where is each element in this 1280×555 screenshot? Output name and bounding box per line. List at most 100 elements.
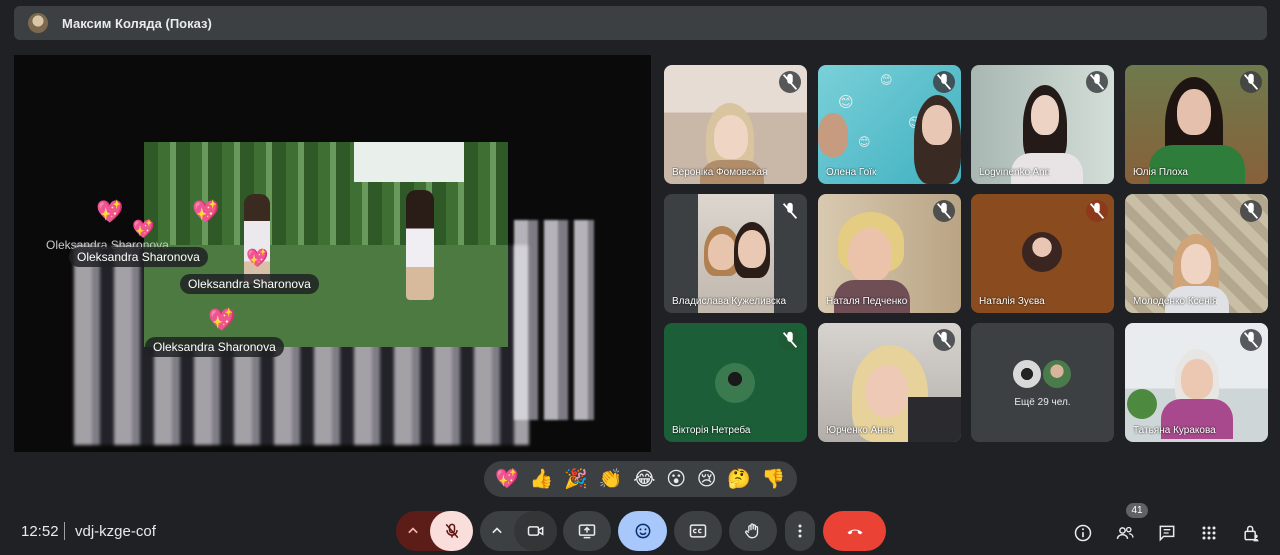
video-camera-icon [527,526,543,536]
chat-icon [1159,525,1175,542]
participant-name: Наталя Педченко [826,296,908,307]
participant-tile[interactable]: Татьяна Куракова [1125,323,1268,442]
participant-tile[interactable]: Вікторія Нетреба [664,323,807,442]
participant-name: Вероніка Фомовская [672,167,768,178]
info-icon [1074,524,1092,542]
meeting-details-button[interactable] [1067,517,1099,549]
people-button[interactable] [1109,517,1141,549]
end-call-icon [847,529,862,535]
reaction-thumbs-down-button[interactable]: 👎 [762,467,786,491]
camera-toggle-button[interactable] [514,511,557,551]
participant-name: Юрченко Анна [826,425,894,436]
participant-avatar [1011,358,1043,390]
present-screen-button[interactable] [563,511,611,551]
mic-off-icon [933,71,955,93]
reaction-laughing-button[interactable]: 😂 [633,468,655,491]
video-dancer [406,190,434,300]
mic-off-icon [933,329,955,351]
participant-avatar [1022,232,1062,272]
closed-captions-icon [689,524,707,538]
lock-person-icon [1244,525,1259,542]
chevron-up-icon [408,527,418,534]
apps-grid-icon [1202,526,1216,540]
participant-name: Юлія Плоха [1133,167,1188,178]
participant-tile[interactable]: Владислава Кужеливска [664,194,807,313]
presenter-avatar [28,13,48,33]
video-sky [354,142,464,182]
participant-tile[interactable]: 😊 😊 😊 😊 Олена Гоїк [818,65,961,184]
mic-off-icon [779,329,801,351]
more-participants-label: Ещё 29 чел. [1014,397,1071,408]
video-dancer [244,194,270,284]
participant-tile[interactable]: Logvinenko Ann [971,65,1114,184]
mic-off-icon [1240,200,1262,222]
meet-call-view: Максим Коляда (Показ) 💖 💖 💖 💖 💖 Oleksand… [0,0,1280,555]
raise-hand-button[interactable] [729,511,777,551]
reaction-sad-button[interactable]: 😢 [697,468,717,491]
hand-icon [745,523,759,539]
reaction-clapping-button[interactable]: 👏 [599,467,623,491]
participant-tile[interactable]: Вероніка Фомовская [664,65,807,184]
participant-tile[interactable]: Молоденко Ксенія [1125,194,1268,313]
mic-off-icon [1240,71,1262,93]
participant-name: Владислава Кужеливска [672,296,787,307]
participant-name: Татьяна Куракова [1133,425,1216,436]
presentation-stage: 💖 💖 💖 💖 💖 Oleksandra Sharonova Oleksandr… [14,55,651,452]
more-participants-tile[interactable]: Ещё 29 чел. [971,323,1114,442]
presentation-video [144,142,508,347]
reaction-sender-label: Oleksandra Sharonova [145,337,284,357]
participant-name: Молоденко Ксенія [1133,296,1218,307]
divider [64,522,65,540]
presentation-background-figures [514,220,594,420]
audio-options-button[interactable] [396,511,430,551]
participant-name: Вікторія Нетреба [672,425,751,436]
mic-off-icon [1240,329,1262,351]
video-options-button[interactable] [480,511,514,551]
mic-off-icon [933,200,955,222]
more-vert-icon [798,524,802,538]
people-count-badge: 41 [1126,503,1148,518]
reaction-sender-label: Oleksandra Sharonova [180,274,319,294]
meeting-time: 12:52 [21,523,59,540]
activities-button[interactable] [1193,517,1225,549]
reaction-sender-label: Oleksandra Sharonova [69,247,208,267]
more-options-button[interactable] [785,511,815,551]
reaction-party-popper-button[interactable]: 🎉 [564,467,588,491]
participant-tile[interactable]: Наталія Зуєва [971,194,1114,313]
participant-tile[interactable]: Юрченко Анна [818,323,961,442]
reaction-thumbs-up-button[interactable]: 👍 [530,467,554,491]
participant-avatar [1041,358,1073,390]
participant-tile[interactable]: Наталя Педченко [818,194,961,313]
reaction-sparkling-heart-button[interactable]: 💖 [495,467,519,491]
captions-button[interactable] [674,511,722,551]
present-screen-icon [578,524,596,539]
smiley-icon [635,523,650,539]
chat-button[interactable] [1151,517,1183,549]
microphone-toggle-button[interactable] [430,511,473,551]
reaction-heart-icon: 💖 [192,199,220,224]
participant-avatar [715,363,755,403]
reaction-heart-icon: 💖 [208,307,236,332]
camera-control-group [480,511,557,551]
meeting-code[interactable]: vdj-kzge-cof [75,523,156,540]
chevron-up-icon [492,527,502,534]
host-controls-button[interactable] [1235,517,1267,549]
reactions-button[interactable] [618,511,667,551]
leave-call-button[interactable] [823,511,886,551]
reaction-thinking-button[interactable]: 🤔 [727,467,751,491]
participant-tile[interactable]: Юлія Плоха [1125,65,1268,184]
mic-off-icon [1086,71,1108,93]
mic-off-icon [445,523,458,539]
presenter-bar: Максим Коляда (Показ) [14,6,1267,40]
people-icon [1116,526,1134,539]
reaction-surprised-button[interactable]: 😮 [666,468,686,491]
microphone-control-group [396,511,473,551]
participant-name: Олена Гоїк [826,167,877,178]
presenter-title: Максим Коляда (Показ) [62,15,212,31]
mic-off-icon [779,71,801,93]
mic-off-icon [779,200,801,222]
reaction-heart-icon: 💖 [246,248,269,268]
participant-name: Logvinenko Ann [979,167,1051,178]
mic-off-icon [1086,200,1108,222]
participant-name: Наталія Зуєва [979,296,1045,307]
